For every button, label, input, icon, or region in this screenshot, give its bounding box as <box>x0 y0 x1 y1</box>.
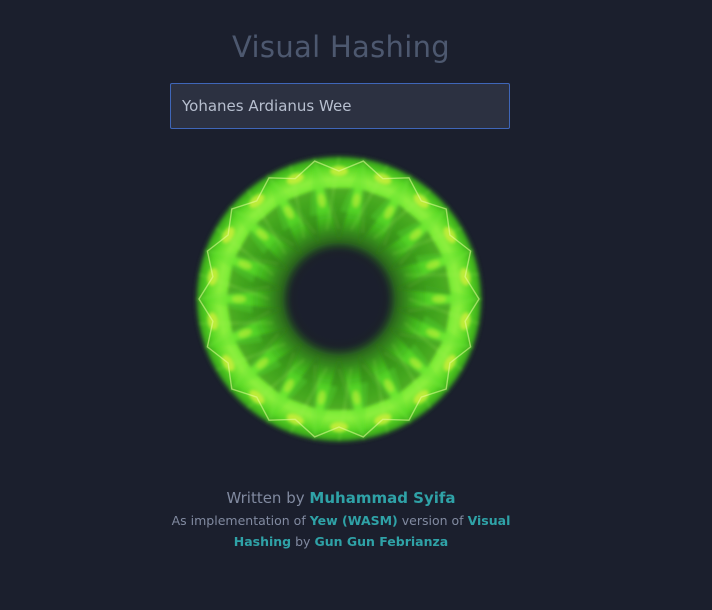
yew-link[interactable]: Yew (WASM) <box>310 513 398 528</box>
author-link[interactable]: Muhammad Syifa <box>309 489 455 507</box>
written-by-text: Written by <box>226 489 305 507</box>
credits-line: Written by Muhammad Syifa <box>0 486 682 510</box>
visual-hash-pattern <box>193 153 485 445</box>
original-author-link[interactable]: Gun Gun Febrianza <box>314 534 448 549</box>
by-text: by <box>295 534 311 549</box>
hash-ring <box>193 153 485 445</box>
version-of-text: version of <box>401 513 464 528</box>
hash-input[interactable] <box>170 83 510 129</box>
footer: Written by Muhammad Syifa As implementat… <box>0 486 682 552</box>
page-title: Visual Hashing <box>232 30 450 64</box>
implementation-line: As implementation of Yew (WASM) version … <box>171 510 511 552</box>
impl-prefix-text: As implementation of <box>171 513 306 528</box>
